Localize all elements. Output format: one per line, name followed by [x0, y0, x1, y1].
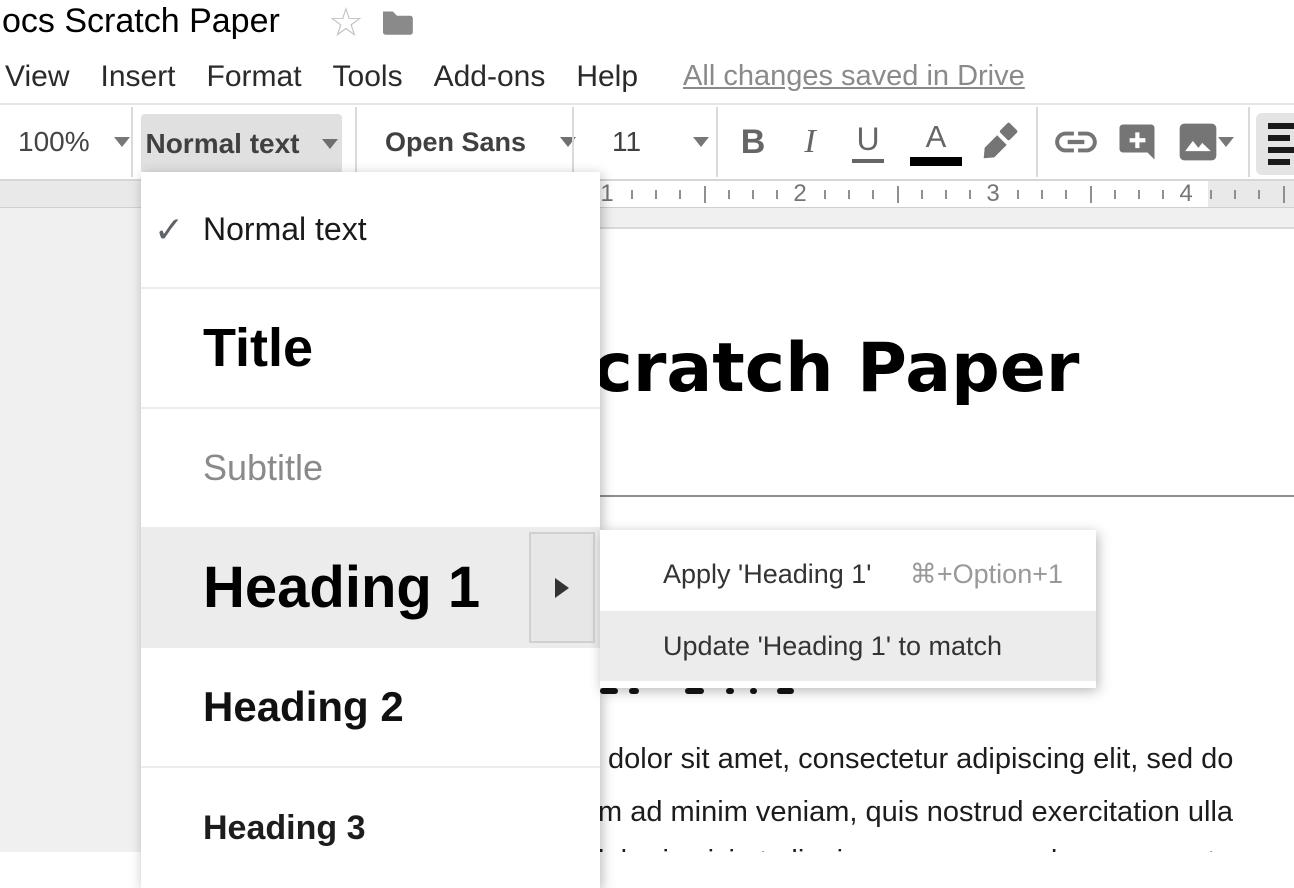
- current-text-color-bar: [910, 157, 962, 166]
- chevron-down-icon: [1218, 137, 1234, 147]
- font-select[interactable]: Open Sans: [385, 105, 576, 179]
- menu-view[interactable]: View: [5, 60, 69, 94]
- font-size-select[interactable]: 11: [612, 105, 709, 179]
- bold-icon[interactable]: B: [730, 105, 776, 179]
- chevron-down-icon: [693, 137, 709, 147]
- body-text-line[interactable]: dolor sit amet, consectetur adipiscing e…: [608, 743, 1294, 776]
- menu-insert[interactable]: Insert: [100, 60, 175, 94]
- save-status-link[interactable]: All changes saved in Drive: [683, 60, 1025, 93]
- submenu-item-update-heading1[interactable]: Update 'Heading 1' to match: [600, 611, 1096, 681]
- menu-item-heading-3[interactable]: Heading 3: [141, 768, 600, 888]
- menu-tools[interactable]: Tools: [333, 60, 403, 94]
- menu-help[interactable]: Help: [576, 60, 638, 94]
- insert-comment-icon[interactable]: [1112, 105, 1162, 179]
- document-name[interactable]: ocs Scratch Paper: [2, 2, 280, 41]
- clipped-heading-fragment: [726, 688, 734, 694]
- menu-item-title[interactable]: Title: [141, 289, 600, 409]
- chevron-down-icon: [322, 139, 338, 149]
- text-color-icon[interactable]: A: [908, 105, 964, 179]
- clipped-heading-fragment: [629, 688, 639, 694]
- italic-icon[interactable]: I: [790, 105, 830, 179]
- body-text-line[interactable]: m ad minim veniam, quis nostrud exercita…: [598, 796, 1294, 829]
- checkmark-icon: ✓: [154, 209, 184, 251]
- toolbar-separator: [572, 107, 574, 177]
- menu-item-heading-1[interactable]: Heading 1: [141, 529, 600, 648]
- menu-item-heading-2[interactable]: Heading 2: [141, 648, 600, 768]
- submenu-item-apply-heading1[interactable]: Apply 'Heading 1' ⌘+Option+1: [600, 537, 1096, 611]
- chevron-down-icon: [114, 137, 130, 147]
- keyboard-shortcut: ⌘+Option+1: [910, 559, 1063, 590]
- insert-image-icon[interactable]: [1174, 105, 1222, 179]
- clipped-heading-fragment: [750, 688, 757, 694]
- zoom-value: 100%: [18, 126, 90, 158]
- paragraph-styles-select[interactable]: Normal text: [141, 114, 342, 174]
- body-text-line[interactable]: laboris nisi ut aliquip ex ea commodo co…: [598, 845, 1294, 852]
- insert-link-icon[interactable]: [1048, 105, 1104, 179]
- toolbar-separator: [355, 107, 357, 177]
- menu-format[interactable]: Format: [207, 60, 302, 94]
- toolbar: 100% Normal text Open Sans 11 B I U A: [0, 103, 1294, 181]
- titlebar: ocs Scratch Paper ☆: [0, 0, 1294, 50]
- clipped-heading-fragment: [685, 688, 704, 694]
- paragraph-style-value: Normal text: [145, 128, 299, 160]
- heading1-submenu: Apply 'Heading 1' ⌘+Option+1 Update 'Hea…: [600, 530, 1096, 688]
- font-value: Open Sans: [385, 127, 526, 158]
- folder-icon[interactable]: [380, 8, 414, 36]
- toolbar-separator: [1036, 107, 1038, 177]
- paint-format-icon[interactable]: [972, 105, 1028, 179]
- menu-item-subtitle[interactable]: Subtitle: [141, 409, 600, 529]
- font-size-value: 11: [612, 126, 641, 158]
- align-left-icon[interactable]: [1256, 113, 1294, 175]
- zoom-select[interactable]: 100%: [18, 105, 130, 179]
- menu-addons[interactable]: Add-ons: [434, 60, 546, 94]
- toolbar-separator: [1248, 107, 1250, 177]
- toolbar-separator: [131, 107, 133, 177]
- clipped-heading-fragment: [600, 688, 618, 694]
- underline-icon[interactable]: U: [845, 105, 891, 179]
- star-outline-icon[interactable]: ☆: [328, 0, 364, 46]
- clipped-heading-fragment: [777, 688, 794, 694]
- paragraph-styles-menu: ✓ Normal text Title Subtitle Heading 1 H…: [141, 172, 600, 888]
- submenu-right-arrow-icon: [555, 578, 569, 598]
- heading1-submenu-arrow[interactable]: [529, 532, 595, 643]
- toolbar-separator: [716, 107, 718, 177]
- menubar: View Insert Format Tools Add-ons Help Al…: [0, 50, 1294, 103]
- image-options-caret[interactable]: [1218, 105, 1234, 179]
- menu-item-normal-text[interactable]: ✓ Normal text: [141, 172, 600, 289]
